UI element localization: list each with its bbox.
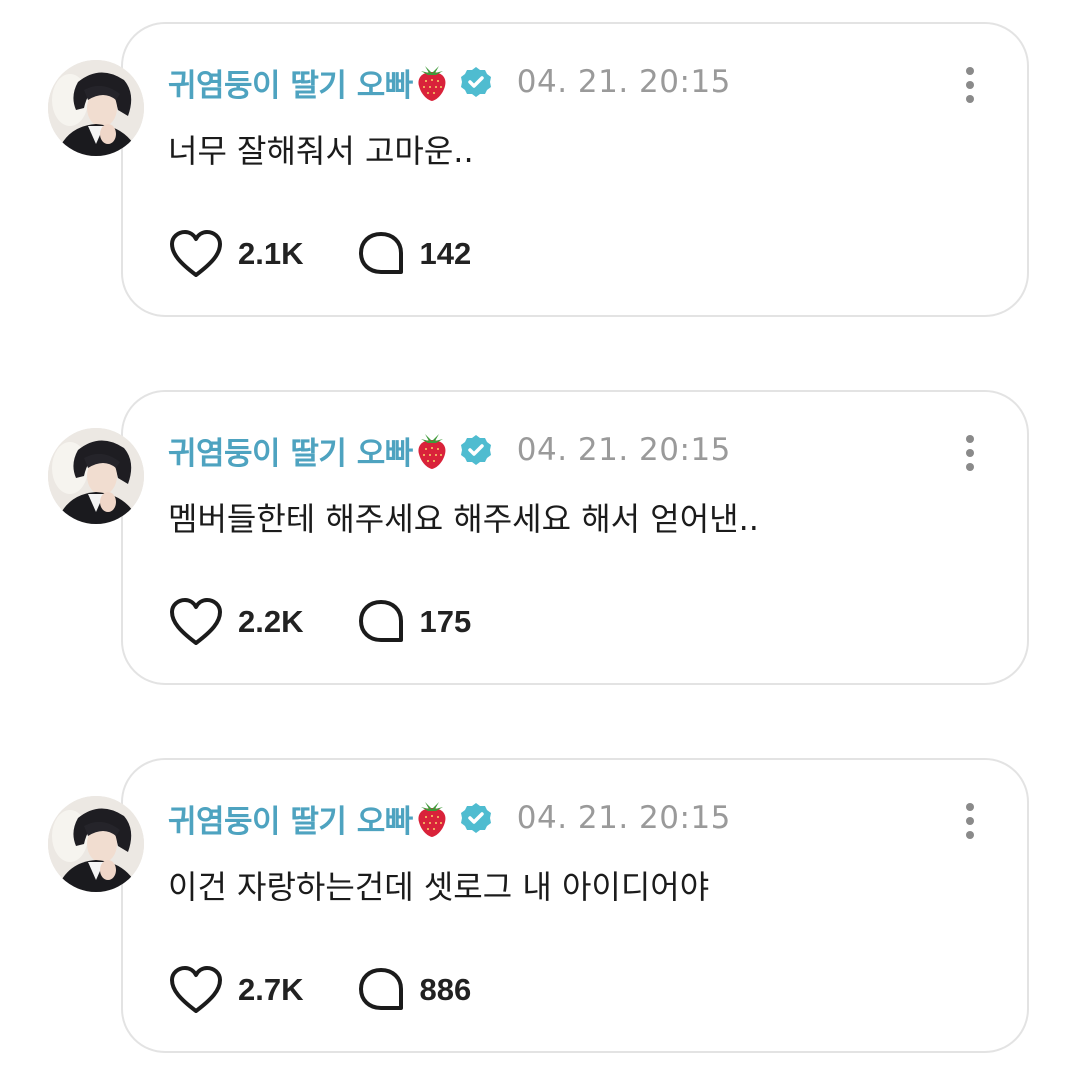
reply-button[interactable]: 886 [357,966,471,1014]
post-timestamp: 04. 21. 20:15 [516,432,731,468]
like-button[interactable]: 2.1K [168,229,303,279]
heart-outline-icon [170,230,222,277]
post-timestamp: 04. 21. 20:15 [516,800,731,836]
like-count: 2.7K [238,972,304,1007]
post-text: 멤버들한테 해주세요 해주세요 해서 얻어낸.. [168,500,759,538]
post-meta: 귀염둥이 딸기 오빠 04. 21. 20:15 [168,60,731,104]
more-options-icon[interactable] [958,66,982,106]
post-card[interactable]: 귀염둥이 딸기 오빠 04. 21. 20:15 [0,22,1080,322]
verified-badge-icon [459,801,493,835]
reply-button[interactable]: 142 [357,230,471,278]
post-feed: 귀염둥이 딸기 오빠 04. 21. 20:15 너무 잘해줘서 고마운.. 2… [0,0,1080,1080]
like-count: 2.2K [238,604,304,639]
speech-bubble-outline-icon [359,232,404,274]
author-name[interactable]: 귀염둥이 딸기 오빠 [168,428,413,473]
author-name[interactable]: 귀염둥이 딸기 오빠 [168,796,413,841]
post-actions: 2.2K 175 [168,594,471,650]
reply-count: 886 [419,972,472,1007]
post-timestamp: 04. 21. 20:15 [516,64,731,100]
verified-badge-icon [459,65,493,99]
post-actions: 2.1K 142 [168,226,471,282]
strawberry-emoji-icon [415,430,449,470]
like-button[interactable]: 2.2K [168,597,303,647]
post-meta: 귀염둥이 딸기 오빠 04. 21. 20:15 [168,428,731,472]
verified-badge-icon [459,433,493,467]
author-name[interactable]: 귀염둥이 딸기 오빠 [168,60,413,105]
heart-outline-icon [170,598,222,645]
post-card[interactable]: 귀염둥이 딸기 오빠 04. 21. 20:15 [0,758,1080,1058]
post-text: 너무 잘해줘서 고마운.. [168,132,474,170]
more-options-icon[interactable] [958,434,982,474]
speech-bubble-outline-icon [359,968,404,1010]
post-text: 이건 자랑하는건데 셋로그 내 아이디어야 [168,868,710,906]
like-button[interactable]: 2.7K [168,965,303,1015]
strawberry-emoji-icon [415,798,449,838]
more-options-icon[interactable] [958,802,982,842]
strawberry-emoji-icon [415,62,449,102]
like-count: 2.1K [238,236,304,271]
avatar[interactable] [48,428,144,524]
reply-count: 142 [419,236,472,271]
avatar[interactable] [48,796,144,892]
post-actions: 2.7K 886 [168,962,471,1018]
speech-bubble-outline-icon [359,600,404,642]
heart-outline-icon [170,966,222,1013]
post-meta: 귀염둥이 딸기 오빠 04. 21. 20:15 [168,796,731,840]
post-card[interactable]: 귀염둥이 딸기 오빠 04. 21. 20:15 [0,390,1080,690]
reply-count: 175 [419,604,472,639]
avatar[interactable] [48,60,144,156]
reply-button[interactable]: 175 [357,598,471,646]
